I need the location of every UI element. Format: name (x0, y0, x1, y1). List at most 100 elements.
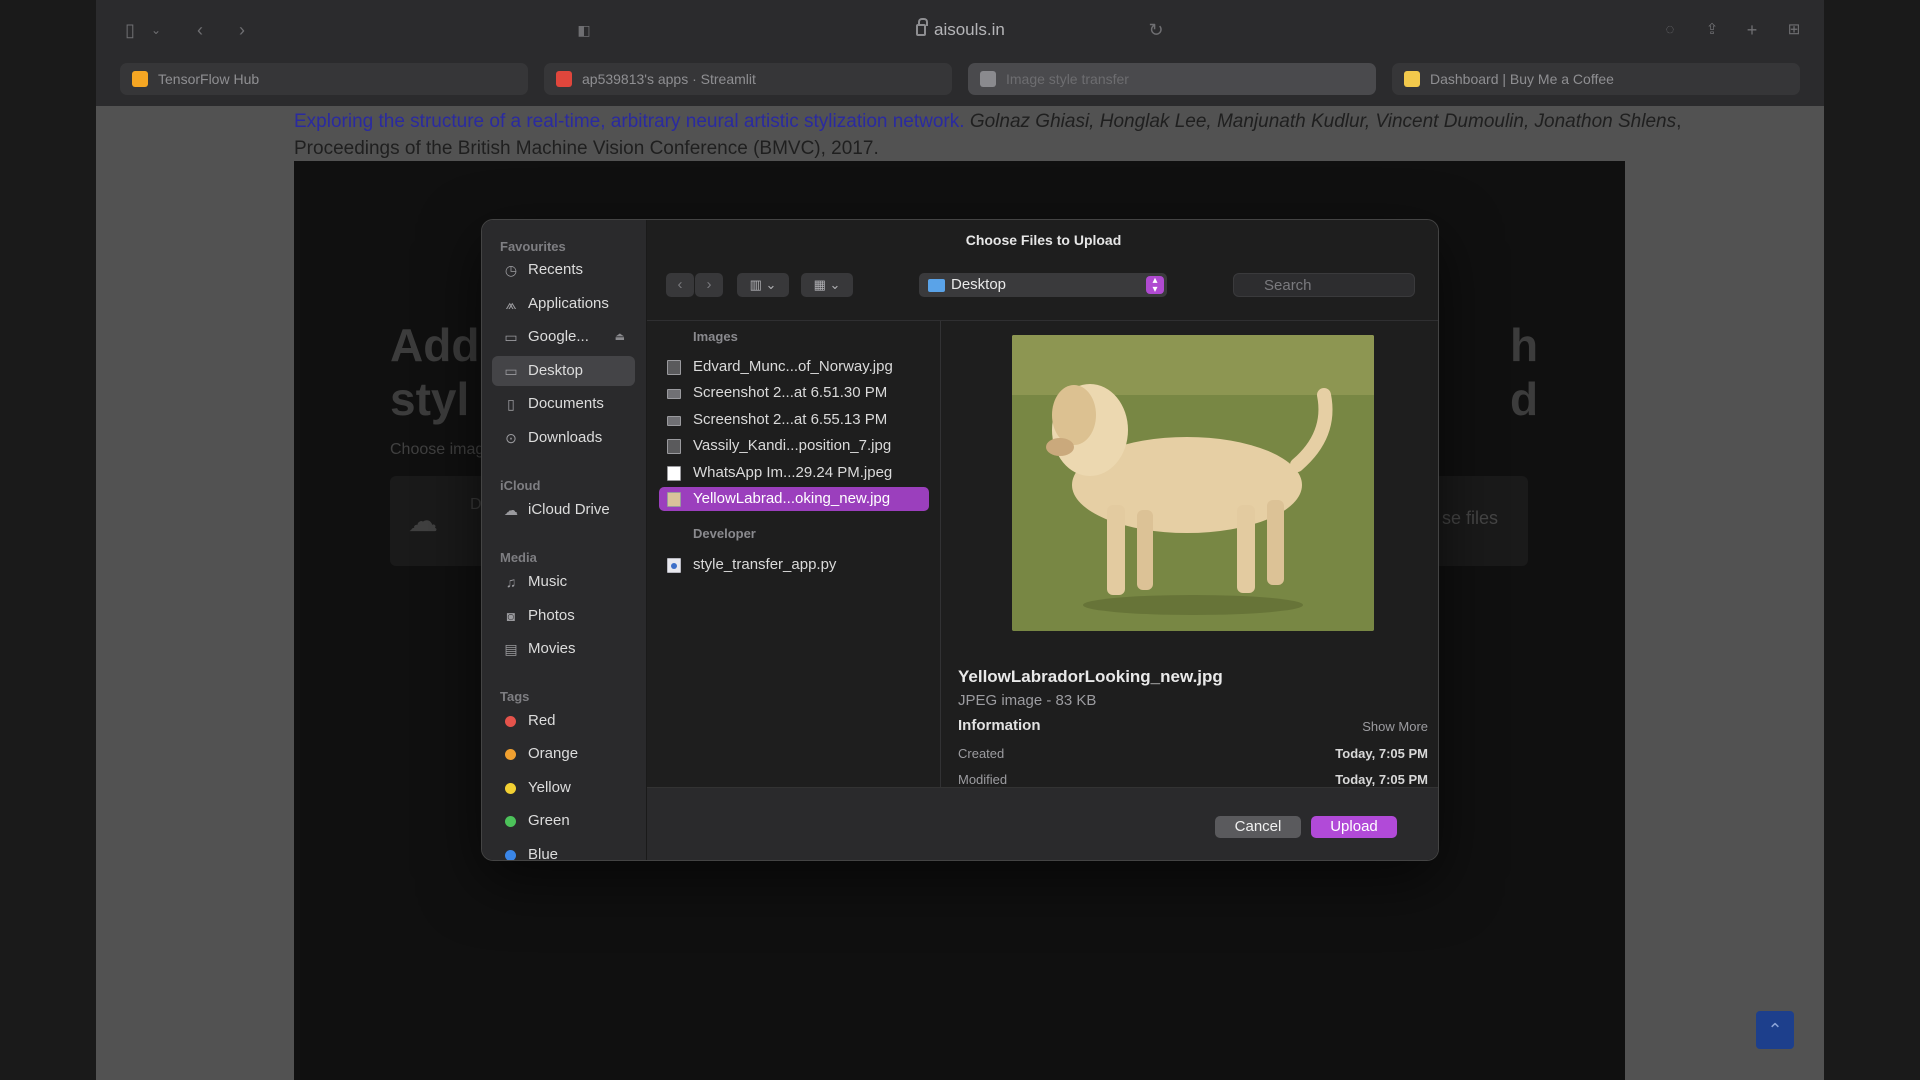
columns-icon: ▥ (749, 277, 762, 292)
lock-icon (916, 18, 928, 36)
tab-overview-icon[interactable]: ⊞ (1782, 18, 1806, 42)
chevron-down-icon: ⌄ (765, 277, 777, 292)
sidebar-item-desktop[interactable]: ▭ Desktop (492, 356, 635, 386)
browser-toolbar: ▯ ⌄ ‹ › ◧ aisouls.in ↻ ◌ ⇪ + ⊞ (96, 0, 1824, 60)
search-input[interactable] (1233, 273, 1415, 297)
forward-icon[interactable]: › (230, 18, 254, 42)
privacy-icon[interactable]: ◧ (572, 18, 596, 42)
sidebar-tag-blue[interactable]: Blue (492, 840, 635, 860)
tab-tensorflow-hub[interactable]: TensorFlow Hub (120, 63, 528, 95)
sidebar-header-icloud: iCloud (500, 478, 541, 493)
sidebar-item-movies[interactable]: ▤ Movies (492, 634, 635, 664)
tab-image-style-transfer[interactable]: Image style transfer (968, 63, 1376, 95)
desktop-icon: ▭ (504, 363, 518, 379)
page-icon (980, 71, 996, 87)
drive-icon: ▭ (504, 329, 518, 345)
share-icon[interactable]: ⇪ (1700, 18, 1724, 42)
coffee-icon (1404, 71, 1420, 87)
image-file-icon (667, 466, 681, 481)
folder-icon (928, 279, 945, 292)
sidebar-header-favourites: Favourites (500, 239, 566, 254)
sidebar-item-google-drive[interactable]: ▭ Google... ⏏ (492, 322, 635, 352)
forward-button[interactable]: › (695, 273, 723, 297)
screenshot-file-icon (667, 416, 681, 426)
page-heading-right: hd (1510, 319, 1539, 425)
sidebar-item-recents[interactable]: ◷ Recents (492, 255, 635, 285)
sidebar-tag-yellow[interactable]: Yellow (492, 773, 635, 803)
modified-value: Today, 7:05 PM (1335, 772, 1428, 787)
browse-files-button[interactable]: se files (1442, 508, 1498, 529)
preview-filename: YellowLabradorLooking_new.jpg (958, 667, 1223, 686)
camera-icon: ◙ (506, 608, 516, 624)
upload-button[interactable]: Upload (1311, 816, 1397, 838)
music-icon: ♫ (505, 574, 517, 590)
file-item[interactable]: WhatsApp Im...29.24 PM.jpeg (659, 461, 929, 485)
file-upload-dialog: Favourites ◷ Recents ⩕ Applications ▭ Googl… (481, 219, 1439, 861)
document-icon: ▯ (507, 396, 515, 412)
tag-dot-icon (505, 850, 516, 860)
column-view-button[interactable]: ▥ ⌄ (737, 273, 789, 297)
sidebar-toggle-icon[interactable]: ▯ (118, 18, 142, 42)
tab-streamlit[interactable]: ap539813's apps · Streamlit (544, 63, 952, 95)
sidebar-tag-red[interactable]: Red (492, 706, 635, 736)
dropzone-text: D (470, 496, 482, 513)
url-text: aisouls.in (934, 20, 1005, 39)
tag-dot-icon (505, 716, 516, 727)
address-bar[interactable]: aisouls.in (916, 18, 1116, 42)
film-icon: ▤ (504, 641, 518, 657)
preview-image (1012, 335, 1374, 631)
upload-cloud-icon: ☁ (408, 505, 438, 538)
tag-dot-icon (505, 783, 516, 794)
clock-icon: ◷ (504, 262, 518, 278)
file-item[interactable]: Vassily_Kandi...position_7.jpg (659, 434, 929, 458)
applications-icon: ⩕ (505, 296, 517, 312)
scroll-to-top-button[interactable]: ⌃ (1756, 1011, 1794, 1049)
sidebar-header-tags: Tags (500, 689, 530, 704)
screen: ▯ ⌄ ‹ › ◧ aisouls.in ↻ ◌ ⇪ + ⊞ TensorFlo… (0, 0, 1920, 1080)
preview-information-header: Information (958, 717, 1041, 734)
sidebar-item-music[interactable]: ♫ Music (492, 567, 635, 597)
image-file-icon (667, 360, 681, 375)
chevron-down-icon[interactable]: ⌄ (144, 18, 168, 42)
sidebar-tag-green[interactable]: Green (492, 806, 635, 836)
back-button[interactable]: ‹ (666, 273, 694, 297)
sidebar-item-photos[interactable]: ◙ Photos (492, 601, 635, 631)
image-file-icon (667, 492, 681, 507)
new-tab-icon[interactable]: + (1740, 18, 1764, 42)
download-icon: ⊙ (505, 430, 517, 446)
tab-buy-me-a-coffee[interactable]: Dashboard | Buy Me a Coffee (1392, 63, 1800, 95)
sidebar-item-downloads[interactable]: ⊙ Downloads (492, 423, 635, 453)
sidebar-item-documents[interactable]: ▯ Documents (492, 389, 635, 419)
citation-authors: Golnaz Ghiasi, Honglak Lee, Manjunath Ku… (969, 111, 1677, 132)
file-item[interactable]: Screenshot 2...at 6.51.30 PM (659, 381, 929, 405)
eject-icon[interactable]: ⏏ (615, 322, 625, 352)
sidebar-item-applications[interactable]: ⩕ Applications (492, 289, 635, 319)
file-item-selected[interactable]: YellowLabrad...oking_new.jpg (659, 487, 929, 511)
grid-icon: ▦ (813, 277, 826, 292)
citation-link[interactable]: Exploring the structure of a real-time, … (294, 111, 965, 132)
file-preview: YellowLabradorLooking_new.jpg JPEG image… (942, 321, 1438, 787)
sidebar-item-icloud-drive[interactable]: ☁ iCloud Drive (492, 495, 635, 525)
file-item[interactable]: Screenshot 2...at 6.55.13 PM (659, 408, 929, 432)
screenshot-file-icon (667, 389, 681, 399)
citation: Exploring the structure of a real-time, … (294, 108, 1694, 162)
group-header-developer: Developer (693, 526, 756, 541)
dialog-title: Choose Files to Upload (965, 232, 1122, 248)
file-item[interactable]: style_transfer_app.py (659, 553, 929, 577)
show-more-link[interactable]: Show More (1362, 719, 1428, 734)
choose-image-label: Choose imag (390, 441, 485, 458)
group-view-button[interactable]: ▦ ⌄ (801, 273, 853, 297)
file-item[interactable]: Edvard_Munc...of_Norway.jpg (659, 355, 929, 379)
back-icon[interactable]: ‹ (188, 18, 212, 42)
sidebar-tag-orange[interactable]: Orange (492, 739, 635, 769)
preview-kind: JPEG image - 83 KB (958, 692, 1097, 709)
location-popup[interactable]: Desktop ▴ ▾ (919, 273, 1167, 297)
download-icon[interactable]: ◌ (1658, 18, 1682, 42)
reload-icon[interactable]: ↻ (1144, 18, 1168, 42)
tensorflow-icon (132, 71, 148, 87)
file-column: Images Edvard_Munc...of_Norway.jpg Scree… (647, 321, 941, 787)
dialog-footer: Cancel Upload (647, 787, 1438, 860)
image-file-icon (667, 439, 681, 454)
chevron-down-icon: ⌄ (829, 277, 841, 292)
cancel-button[interactable]: Cancel (1215, 816, 1301, 838)
